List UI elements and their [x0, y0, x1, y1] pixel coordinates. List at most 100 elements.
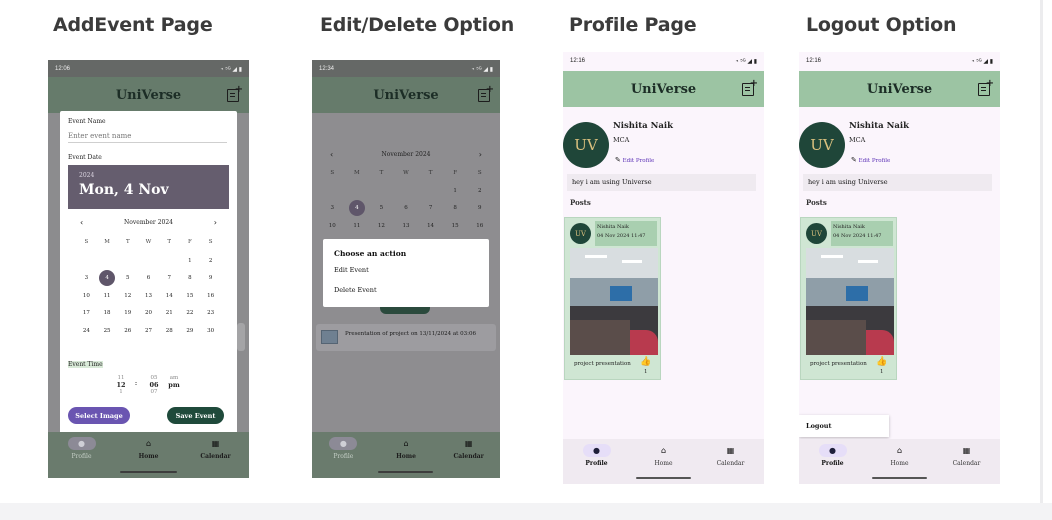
calendar-icon: ▦ — [726, 446, 735, 455]
add-event-icon[interactable]: + — [478, 84, 494, 102]
calendar-day[interactable]: 6 — [394, 200, 419, 218]
calendar-icon: ▦ — [962, 446, 971, 455]
nav-home[interactable]: ⌂ Home — [119, 437, 179, 460]
add-event-icon[interactable]: + — [978, 78, 994, 96]
calendar-day[interactable]: 6 — [138, 270, 159, 288]
calendar-day[interactable]: 7 — [418, 200, 443, 218]
calendar-day[interactable]: 20 — [138, 305, 159, 323]
nav-profile[interactable]: ● Profile — [313, 437, 373, 460]
calendar-day[interactable]: 26 — [117, 322, 138, 340]
nav-calendar[interactable]: ▦ Calendar — [937, 444, 997, 467]
calendar-day[interactable]: 9 — [200, 270, 221, 288]
calendar-day[interactable]: 13 — [394, 217, 419, 235]
nav-calendar[interactable]: ▦ Calendar — [701, 444, 761, 467]
avatar[interactable]: UV — [563, 122, 609, 168]
calendar-day[interactable]: 9 — [467, 200, 492, 218]
calendar-day[interactable]: 2 — [200, 252, 221, 270]
calendar-day[interactable]: 5 — [369, 200, 394, 218]
post-photo — [806, 248, 894, 355]
calendar-day[interactable]: 15 — [180, 287, 201, 305]
nav-profile[interactable]: ● Profile — [567, 444, 627, 467]
prev-month-button[interactable]: ‹ — [330, 150, 333, 159]
nav-profile[interactable]: ● Profile — [52, 437, 112, 460]
prev-month-button[interactable]: ‹ — [80, 218, 83, 227]
calendar-day[interactable]: 11 — [345, 217, 370, 235]
delete-event-option[interactable]: Delete Event — [334, 286, 478, 294]
nav-home[interactable]: ⌂ Home — [376, 437, 436, 460]
minute-value[interactable]: 06 — [148, 381, 160, 389]
calendar-day[interactable]: 29 — [180, 322, 201, 340]
calendar-day[interactable]: 17 — [76, 305, 97, 323]
profile-name: Nishita Naik — [849, 121, 909, 131]
event-name-input[interactable] — [68, 129, 227, 143]
add-event-icon[interactable]: + — [742, 78, 758, 96]
calendar-day[interactable]: 18 — [97, 305, 118, 323]
event-list-item[interactable]: Presentation of project on 13/11/2024 at… — [316, 324, 496, 351]
calendar-day[interactable]: 4 — [345, 200, 370, 218]
post-card[interactable]: UV Nishita Naik 04 Nov 2024 11:47 projec… — [800, 217, 897, 380]
calendar-day[interactable]: 14 — [418, 217, 443, 235]
calendar-days: 1 2 3 4 5 6 7 8 9 10 11 12 13 14 15 16 — [320, 182, 492, 235]
calendar-day[interactable]: 8 — [443, 200, 468, 218]
logout-option[interactable]: Logout — [799, 415, 889, 437]
calendar-day[interactable]: 12 — [369, 217, 394, 235]
time-picker[interactable]: 11 12 1 : 05 06 07 am pm — [110, 375, 190, 397]
avatar[interactable]: UV — [799, 122, 845, 168]
calendar-day[interactable]: 15 — [443, 217, 468, 235]
photo-ceiling — [806, 248, 894, 278]
month-label: November 2024 — [124, 219, 173, 226]
calendar-day[interactable]: 28 — [159, 322, 180, 340]
hour-value[interactable]: 12 — [115, 381, 127, 389]
calendar-day[interactable]: 19 — [117, 305, 138, 323]
nav-profile[interactable]: ● Profile — [803, 444, 863, 467]
weekday-header: SMTWTFS — [76, 239, 221, 245]
calendar-day-empty — [76, 252, 97, 270]
calendar-day[interactable]: 14 — [159, 287, 180, 305]
post-author: Nishita Naik — [597, 224, 629, 230]
photo-ceiling-light — [622, 260, 642, 263]
calendar-day[interactable]: 1 — [180, 252, 201, 270]
calendar-day[interactable]: 12 — [117, 287, 138, 305]
like-icon[interactable]: 👍 — [640, 357, 651, 367]
calendar-day[interactable]: 2 — [467, 182, 492, 200]
like-icon[interactable]: 👍 — [876, 357, 887, 367]
calendar-days: 1 2 3 4 5 6 7 8 9 10 11 12 13 14 15 16 17 18 19 20 21 22 23 24 2… — [76, 252, 221, 340]
calendar-day[interactable]: 16 — [467, 217, 492, 235]
nav-home-label: Home — [654, 460, 673, 467]
calendar-day[interactable]: 25 — [97, 322, 118, 340]
edit-profile-link[interactable]: ✎ Edit Profile — [851, 156, 890, 164]
post-card[interactable]: UV Nishita Naik 04 Nov 2024 11:47 projec… — [564, 217, 661, 380]
save-event-button[interactable]: Save Event — [167, 407, 224, 424]
calendar-day[interactable]: 3 — [76, 270, 97, 288]
edit-profile-link[interactable]: ✎ Edit Profile — [615, 156, 654, 164]
calendar-day[interactable]: 23 — [200, 305, 221, 323]
calendar-day[interactable]: 16 — [200, 287, 221, 305]
select-image-button[interactable]: Select Image — [68, 407, 130, 424]
calendar-day[interactable]: 1 — [443, 182, 468, 200]
next-month-button[interactable]: › — [214, 218, 217, 227]
next-month-button[interactable]: › — [479, 150, 482, 159]
nav-calendar[interactable]: ▦ Calendar — [186, 437, 246, 460]
calendar-day[interactable]: 5 — [117, 270, 138, 288]
posts-heading: Posts — [806, 198, 827, 207]
calendar-day[interactable]: 13 — [138, 287, 159, 305]
calendar-day[interactable]: 7 — [159, 270, 180, 288]
add-event-icon[interactable]: + — [227, 84, 243, 102]
calendar-day[interactable]: 11 — [97, 287, 118, 305]
nav-home[interactable]: ⌂ Home — [870, 444, 930, 467]
calendar-day[interactable]: 4 — [97, 270, 118, 288]
app-bar: UniVerse + — [48, 77, 249, 113]
calendar-day[interactable]: 27 — [138, 322, 159, 340]
calendar-day[interactable]: 8 — [180, 270, 201, 288]
ampm-value[interactable]: pm — [167, 381, 181, 389]
calendar-day[interactable]: 10 — [320, 217, 345, 235]
calendar-day[interactable]: 3 — [320, 200, 345, 218]
calendar-day[interactable]: 22 — [180, 305, 201, 323]
calendar-day[interactable]: 24 — [76, 322, 97, 340]
calendar-day[interactable]: 21 — [159, 305, 180, 323]
nav-home[interactable]: ⌂ Home — [634, 444, 694, 467]
calendar-day[interactable]: 30 — [200, 322, 221, 340]
nav-calendar[interactable]: ▦ Calendar — [439, 437, 499, 460]
edit-event-option[interactable]: Edit Event — [334, 266, 478, 274]
calendar-day[interactable]: 10 — [76, 287, 97, 305]
